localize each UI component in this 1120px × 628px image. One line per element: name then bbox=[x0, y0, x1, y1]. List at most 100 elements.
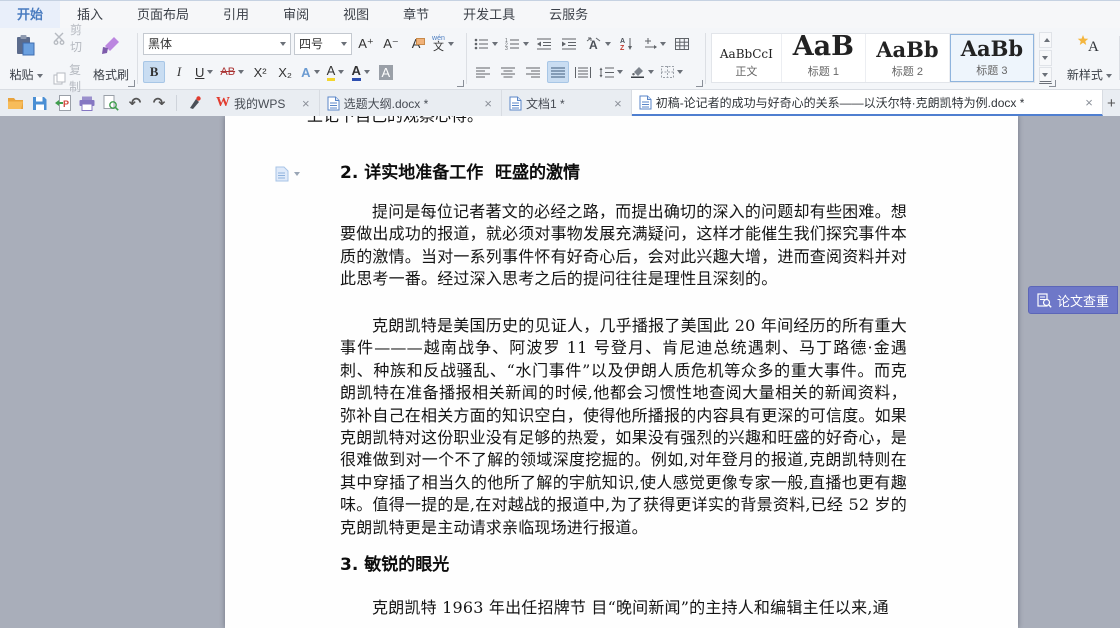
underline-button[interactable]: U bbox=[193, 61, 215, 83]
cut-button[interactable]: 剪切 bbox=[50, 20, 87, 56]
bold-icon: B bbox=[150, 64, 159, 80]
align-right-button[interactable] bbox=[522, 61, 544, 83]
export-pdf-icon: P bbox=[55, 95, 71, 111]
clear-format-button[interactable]: A bbox=[405, 33, 427, 55]
tab-document1[interactable]: 文档1 * × bbox=[502, 90, 632, 116]
bullet-list-button[interactable] bbox=[472, 33, 500, 55]
character-shading-button[interactable]: A bbox=[375, 61, 397, 83]
text-direction-caret-icon bbox=[605, 42, 611, 46]
new-tab-button[interactable]: + bbox=[1103, 90, 1120, 116]
undo-button[interactable]: ↶ bbox=[126, 94, 144, 112]
paragraph-layout-button[interactable] bbox=[641, 33, 668, 55]
scroll-up-icon bbox=[1044, 38, 1050, 42]
menu-tab-dev-tools[interactable]: 开发工具 bbox=[446, 1, 532, 28]
format-painter-label: 格式刷 bbox=[93, 66, 129, 83]
align-left-button[interactable] bbox=[472, 61, 494, 83]
paste-button[interactable]: 粘贴 bbox=[5, 31, 47, 85]
open-file-button[interactable] bbox=[6, 94, 24, 112]
highlight-caret-icon bbox=[338, 70, 344, 74]
tools-group: A 新样式 文 文字工具 查找 bbox=[1058, 28, 1120, 89]
decrease-font-button[interactable]: A⁻ bbox=[380, 33, 402, 55]
text-direction-button[interactable]: A bbox=[584, 33, 613, 55]
copy-button[interactable]: 复制 bbox=[50, 60, 87, 96]
menu-tab-review[interactable]: 审阅 bbox=[266, 1, 326, 28]
tab-outline-doc[interactable]: 选题大纲.docx * × bbox=[320, 90, 502, 116]
style-normal[interactable]: AaBbCcI 正文 bbox=[712, 34, 782, 82]
new-style-button[interactable]: A 新样式 bbox=[1063, 31, 1116, 85]
text-effects-button[interactable]: A bbox=[299, 61, 321, 83]
increase-indent-button[interactable] bbox=[559, 33, 581, 55]
save-button[interactable] bbox=[30, 94, 48, 112]
tab-close-icon[interactable]: × bbox=[612, 96, 624, 111]
svg-text:P: P bbox=[63, 99, 69, 109]
font-color-button[interactable]: A bbox=[350, 61, 372, 83]
menu-tab-page-layout[interactable]: 页面布局 bbox=[120, 1, 206, 28]
font-size-caret-icon bbox=[341, 42, 347, 46]
subscript-button[interactable]: X₂ bbox=[274, 61, 296, 83]
print-preview-button[interactable] bbox=[102, 94, 120, 112]
justify-button[interactable] bbox=[547, 61, 569, 83]
styles-gallery: AaBbCcI 正文 AaB 标题 1 AaBb 标题 2 AaBb 标题 3 bbox=[711, 33, 1035, 83]
new-style-icon: A bbox=[1077, 34, 1101, 54]
increase-font-button[interactable]: A⁺ bbox=[355, 33, 377, 55]
italic-button[interactable]: I bbox=[168, 61, 190, 83]
menu-tab-section[interactable]: 章节 bbox=[386, 1, 446, 28]
sort-button[interactable]: AZ bbox=[616, 33, 638, 55]
format-painter-button[interactable]: 格式刷 bbox=[90, 31, 132, 85]
quickbar-separator bbox=[176, 95, 177, 111]
align-center-button[interactable] bbox=[497, 61, 519, 83]
distribute-button[interactable] bbox=[572, 61, 594, 83]
menu-tab-cloud[interactable]: 云服务 bbox=[532, 1, 605, 28]
justify-icon bbox=[551, 67, 565, 78]
strikethrough-button[interactable]: AB bbox=[218, 61, 246, 83]
menu-tab-view[interactable]: 视图 bbox=[326, 1, 386, 28]
menu-tab-references[interactable]: 引用 bbox=[206, 1, 266, 28]
styles-dialog-launcher-icon[interactable] bbox=[1049, 80, 1056, 87]
styles-scroll-down-button[interactable] bbox=[1039, 50, 1052, 66]
decrease-indent-button[interactable] bbox=[534, 33, 556, 55]
font-dialog-launcher-icon[interactable] bbox=[457, 80, 464, 87]
ribbon-toolbar: 粘贴 剪切 复制 bbox=[0, 28, 1120, 90]
styles-scroll-up-button[interactable] bbox=[1039, 32, 1052, 48]
insert-table-button[interactable] bbox=[671, 33, 693, 55]
font-family-value: 黑体 bbox=[148, 35, 172, 52]
numbered-list-button[interactable]: 123 bbox=[503, 33, 531, 55]
ink-annotate-button[interactable] bbox=[185, 94, 203, 112]
print-button[interactable] bbox=[78, 94, 96, 112]
decrease-font-icon: A⁻ bbox=[383, 36, 399, 52]
line-spacing-button[interactable] bbox=[597, 61, 625, 83]
superscript-button[interactable]: X² bbox=[249, 61, 271, 83]
paragraph-dialog-launcher-icon[interactable] bbox=[696, 80, 703, 87]
borders-button[interactable] bbox=[659, 61, 685, 83]
style-heading-3-selected[interactable]: AaBb 标题 3 bbox=[950, 34, 1034, 82]
tab-close-icon[interactable]: × bbox=[300, 96, 312, 111]
tab-close-icon[interactable]: × bbox=[482, 96, 494, 111]
new-style-caret-icon bbox=[1106, 74, 1112, 78]
style-heading-2[interactable]: AaBb 标题 2 bbox=[866, 34, 950, 82]
highlight-color-button[interactable]: A bbox=[325, 61, 347, 83]
shading-button[interactable] bbox=[628, 61, 656, 83]
copy-icon bbox=[53, 72, 66, 85]
increase-font-icon: A⁺ bbox=[358, 36, 374, 52]
style-heading-2-label: 标题 2 bbox=[892, 63, 923, 79]
pinyin-guide-button[interactable]: wén 文 bbox=[430, 33, 456, 55]
document-page[interactable]: 上记下自己的观察心得。 2. 详实地准备工作 旺盛的激情 提问是每位记者著文的必… bbox=[225, 116, 1018, 628]
clipboard-dialog-launcher-icon[interactable] bbox=[128, 80, 135, 87]
font-family-select[interactable]: 黑体 bbox=[143, 33, 291, 55]
text-effects-icon: A bbox=[301, 65, 310, 80]
redo-button[interactable]: ↷ bbox=[150, 94, 168, 112]
document-tab-bar: P ↶ ↷ W 我的WPS × 选题大纲.docx * × 文档1 * × 初稿… bbox=[0, 90, 1120, 116]
bold-button[interactable]: B bbox=[143, 61, 165, 83]
paper-check-button[interactable]: 论文查重 bbox=[1028, 286, 1118, 314]
quick-access-toolbar: P ↶ ↷ bbox=[0, 90, 209, 116]
style-heading-1[interactable]: AaB 标题 1 bbox=[782, 34, 866, 82]
paragraph-layout-icon bbox=[643, 38, 657, 50]
font-size-select[interactable]: 四号 bbox=[294, 33, 352, 55]
tab-close-icon[interactable]: × bbox=[1083, 95, 1095, 110]
export-pdf-button[interactable]: P bbox=[54, 94, 72, 112]
tab-draft-doc-active[interactable]: 初稿-论记者的成功与好奇心的关系——以沃尔特·克朗凯特为例.docx * × bbox=[632, 90, 1103, 116]
tab-my-wps[interactable]: W 我的WPS × bbox=[209, 90, 320, 116]
new-tab-icon: + bbox=[1107, 95, 1116, 112]
paragraph-options-button[interactable] bbox=[275, 166, 300, 182]
tab-draft-doc-label: 初稿-论记者的成功与好奇心的关系——以沃尔特·克朗凯特为例.docx * bbox=[656, 94, 1025, 111]
